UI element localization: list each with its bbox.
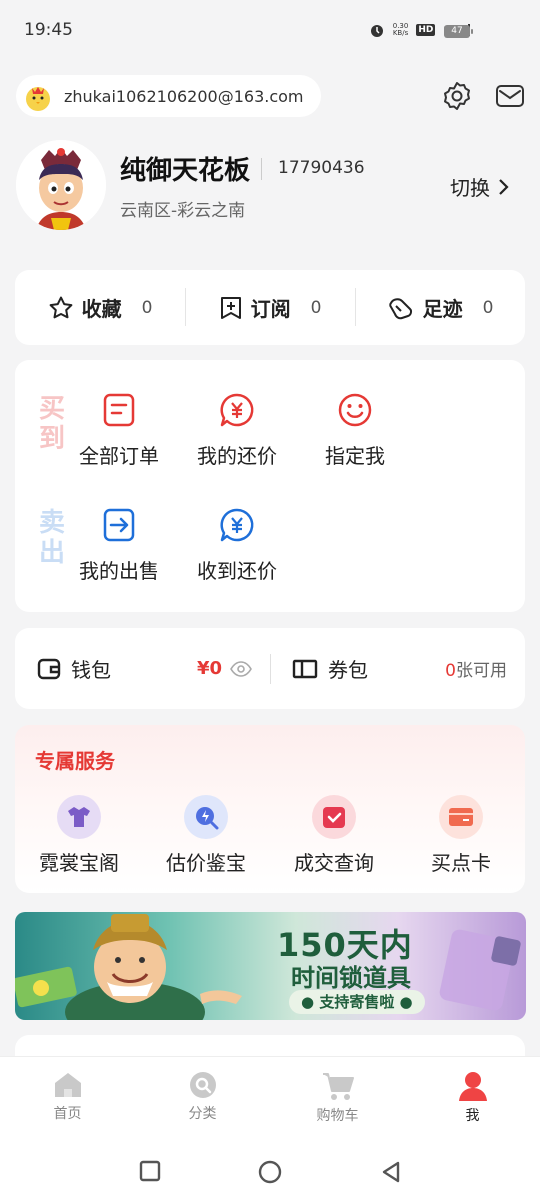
checkmark-box-icon (312, 795, 356, 839)
gear-icon[interactable] (441, 80, 473, 112)
stat-label: 足迹 (422, 297, 463, 321)
coupon-label: 券包 (328, 658, 368, 682)
coupon-availability: 0张可用 (445, 661, 507, 681)
account-email: zhukai1062106200@163.com (64, 86, 304, 106)
net-speed: 0.30 KB/s (392, 22, 409, 37)
avatar[interactable] (16, 140, 106, 230)
bottom-tab-bar: 首页 分类 购物车 我 (0, 1056, 540, 1140)
received-counteroffers-button[interactable]: 收到还价 (172, 507, 302, 584)
profile-section: 纯御天花板 17790436 云南区-彩云之南 切换 (16, 140, 526, 232)
my-sales-button[interactable]: 我的出售 (54, 507, 184, 584)
stat-count: 0 (482, 297, 494, 318)
wallet-amount: ¥0 (196, 658, 222, 679)
user-id: 17790436 (278, 158, 365, 178)
nickname: 纯御天花板 (120, 156, 251, 186)
star-icon (49, 296, 72, 318)
shirt-icon (57, 795, 101, 839)
chick-avatar-icon (22, 80, 54, 112)
services-card: 专属服务 霓裳宝阁 估价鉴宝 成交查询 买点卡 (15, 725, 525, 893)
status-bar: 19:45 0.30KB/s HD 5G 47 (0, 0, 540, 62)
switch-label: 切换 (450, 176, 490, 200)
promo-banner[interactable]: 150天内 时间锁道具 ● 支持寄售啦 ● (15, 912, 526, 1020)
home-nav-icon[interactable] (258, 1160, 282, 1184)
stat-footprints[interactable]: 足迹 0 (355, 270, 525, 345)
wallet-label: 钱包 (71, 658, 111, 682)
character-illustration (15, 914, 242, 1020)
tab-home[interactable]: 首页 (0, 1057, 135, 1140)
home-icon (54, 1073, 81, 1097)
wallet-icon (37, 658, 61, 679)
coupon-icon (292, 659, 318, 678)
mail-icon[interactable] (494, 80, 526, 112)
service-nichang[interactable]: 霓裳宝阁 (19, 795, 139, 876)
coupon-button[interactable]: 券包 0张可用 (270, 628, 525, 709)
battery-icon: 47 (444, 25, 473, 38)
banner-subtitle: 时间锁道具 (291, 964, 411, 992)
stat-subscriptions[interactable]: 订阅 0 (185, 270, 355, 345)
tab-category[interactable]: 分类 (135, 1057, 270, 1140)
appraisal-icon (184, 795, 228, 839)
person-icon (458, 1072, 487, 1101)
hd-icon: HD (416, 24, 436, 36)
eye-icon[interactable] (230, 660, 252, 677)
card-icon (439, 795, 483, 839)
account-pill[interactable]: zhukai1062106200@163.com (16, 75, 321, 117)
search-icon (189, 1072, 216, 1098)
status-time: 19:45 (24, 20, 73, 40)
stats-card: 收藏 0 订阅 0 足迹 0 (15, 270, 525, 345)
tab-me[interactable]: 我 (405, 1057, 540, 1140)
chevron-right-icon (499, 178, 509, 195)
system-nav-bar (0, 1140, 540, 1204)
divider (261, 158, 262, 180)
back-icon[interactable] (380, 1160, 402, 1184)
tab-cart[interactable]: 购物车 (270, 1057, 405, 1140)
sell-arrow-icon (103, 508, 135, 542)
alarm-icon (370, 25, 383, 37)
stat-label: 订阅 (250, 297, 291, 321)
server-name: 云南区-彩云之南 (120, 201, 246, 221)
stat-label: 收藏 (81, 297, 122, 321)
service-appraisal[interactable]: 估价鉴宝 (146, 795, 266, 876)
smiley-icon (338, 393, 372, 427)
all-orders-button[interactable]: 全部订单 (54, 392, 184, 469)
stat-count: 0 (310, 297, 322, 318)
my-counteroffers-button[interactable]: 我的还价 (172, 392, 302, 469)
item-card-illustration (439, 929, 521, 1011)
assigned-to-me-button[interactable]: 指定我 (290, 392, 420, 469)
footprint-icon (388, 297, 412, 319)
yen-chat-icon (220, 508, 254, 542)
stat-count: 0 (141, 297, 153, 318)
stat-favorites[interactable]: 收藏 0 (15, 270, 185, 345)
wallet-button[interactable]: 钱包 ¥0 (15, 628, 270, 709)
services-title: 专属服务 (35, 749, 115, 773)
wallet-card: 钱包 ¥0 券包 0张可用 (15, 628, 525, 709)
service-transactions[interactable]: 成交查询 (274, 795, 394, 876)
yen-chat-icon (220, 393, 254, 427)
switch-button[interactable]: 切换 (450, 172, 510, 201)
service-buy-card[interactable]: 买点卡 (401, 795, 521, 876)
cart-icon (322, 1073, 354, 1100)
bookmark-plus-icon (220, 296, 241, 319)
banner-tag: ● 支持寄售啦 ● (289, 990, 425, 1014)
order-list-icon (103, 393, 135, 427)
orders-card: 买到 卖出 全部订单 我的还价 指定我 我的出售 收到还价 (15, 360, 525, 612)
recent-apps-icon[interactable] (139, 1160, 161, 1182)
